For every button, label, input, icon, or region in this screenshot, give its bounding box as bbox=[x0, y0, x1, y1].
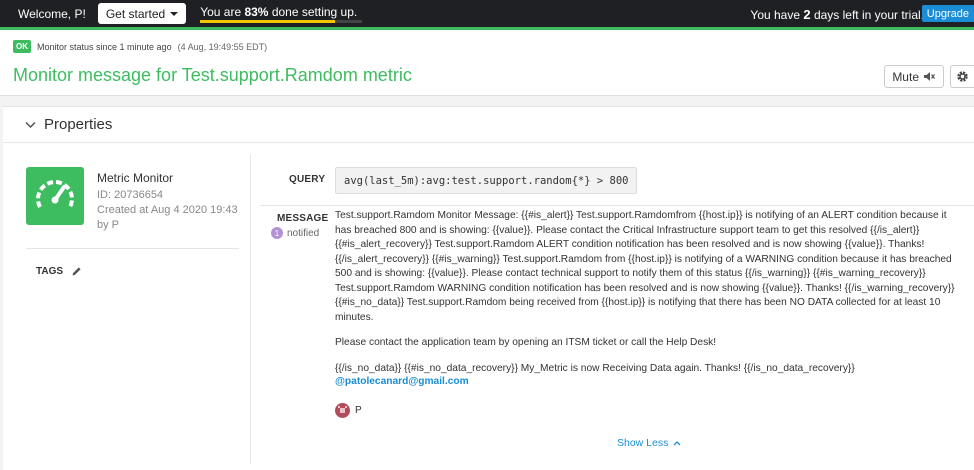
notified-number: 1 bbox=[271, 227, 283, 239]
setup-progress[interactable]: You are 83% done setting up. bbox=[200, 5, 363, 23]
divider bbox=[26, 248, 239, 249]
monitor-type: Metric Monitor bbox=[97, 171, 174, 185]
status-row: OK Monitor status since 1 minute ago (4 … bbox=[13, 40, 267, 53]
mute-label: Mute bbox=[892, 69, 919, 84]
monitor-author: by P bbox=[97, 219, 120, 231]
monitor-header: OK Monitor status since 1 minute ago (4 … bbox=[0, 30, 974, 96]
author-name: P bbox=[355, 405, 362, 416]
gauge-icon bbox=[36, 180, 74, 208]
trial-days: 2 bbox=[803, 7, 811, 22]
trial-text-before: You have bbox=[750, 8, 804, 22]
trial-text-after: days left in your trial. bbox=[810, 8, 924, 22]
notified-label: notified bbox=[287, 227, 320, 239]
tags-label: TAGS bbox=[36, 266, 64, 277]
mention-link[interactable]: @patolecanard@gmail.com bbox=[335, 376, 469, 387]
welcome-text: Welcome, P! bbox=[18, 6, 86, 21]
properties-header[interactable]: Properties bbox=[3, 107, 974, 143]
show-less-link[interactable]: Show Less bbox=[617, 437, 681, 449]
show-less-label: Show Less bbox=[617, 437, 669, 449]
properties-title: Properties bbox=[44, 116, 113, 133]
chevron-down-icon[interactable] bbox=[25, 121, 36, 129]
progress-track bbox=[200, 19, 363, 23]
monitor-created: Created at Aug 4 2020 19:43 bbox=[97, 204, 238, 216]
message-paragraph: Test.support.Ramdom Monitor Message: {{#… bbox=[335, 210, 955, 323]
properties-panel: Properties Metric Monitor ID: 20736654 C… bbox=[3, 106, 974, 470]
progress-fill bbox=[200, 19, 335, 23]
get-started-label: Get started bbox=[105, 6, 166, 21]
status-text: Monitor status since 1 minute ago bbox=[37, 41, 172, 52]
chevron-up-icon bbox=[673, 441, 681, 446]
progress-text-after: done setting up. bbox=[268, 4, 358, 19]
mute-button[interactable]: Mute bbox=[884, 65, 944, 88]
tags-section: TAGS bbox=[36, 266, 82, 277]
message-paragraph: {{/is_no_data}} {{#is_no_data_recovery}}… bbox=[335, 363, 855, 374]
author-row: P bbox=[335, 403, 362, 418]
message-label: MESSAGE bbox=[277, 213, 329, 224]
notified-count[interactable]: 1 notified bbox=[271, 227, 319, 239]
page-title: Monitor message for Test.support.Ramdom … bbox=[13, 65, 412, 85]
get-started-button[interactable]: Get started bbox=[97, 3, 187, 24]
status-badge: OK bbox=[13, 40, 31, 53]
gear-icon bbox=[957, 71, 968, 82]
status-timestamp: (4 Aug, 19:49:55 EDT) bbox=[177, 41, 268, 52]
monitor-id: ID: 20736654 bbox=[97, 189, 164, 201]
upgrade-button[interactable]: Upgrade bbox=[921, 5, 974, 22]
pencil-icon[interactable] bbox=[71, 266, 82, 277]
query-label: QUERY bbox=[289, 174, 326, 185]
message-paragraph: Please contact the application team by o… bbox=[335, 337, 717, 348]
settings-button[interactable] bbox=[950, 65, 974, 88]
progress-percent: 83% bbox=[244, 4, 269, 19]
top-bar: Welcome, P! Get started You are 83% done… bbox=[0, 0, 974, 27]
speaker-mute-icon bbox=[924, 72, 935, 81]
query-code: avg(last_5m):avg:test.support.random{*} … bbox=[335, 167, 638, 194]
setup-progress-text: You are 83% done setting up. bbox=[200, 5, 362, 19]
trial-notice: You have 2 days left in your trial. bbox=[750, 7, 924, 22]
progress-text-before: You are bbox=[200, 4, 245, 19]
caret-down-icon bbox=[170, 12, 179, 16]
monitor-summary: Metric Monitor ID: 20736654 Created at A… bbox=[3, 154, 251, 464]
divider bbox=[260, 205, 974, 206]
monitor-type-tile bbox=[26, 167, 84, 225]
avatar-icon bbox=[335, 403, 350, 418]
